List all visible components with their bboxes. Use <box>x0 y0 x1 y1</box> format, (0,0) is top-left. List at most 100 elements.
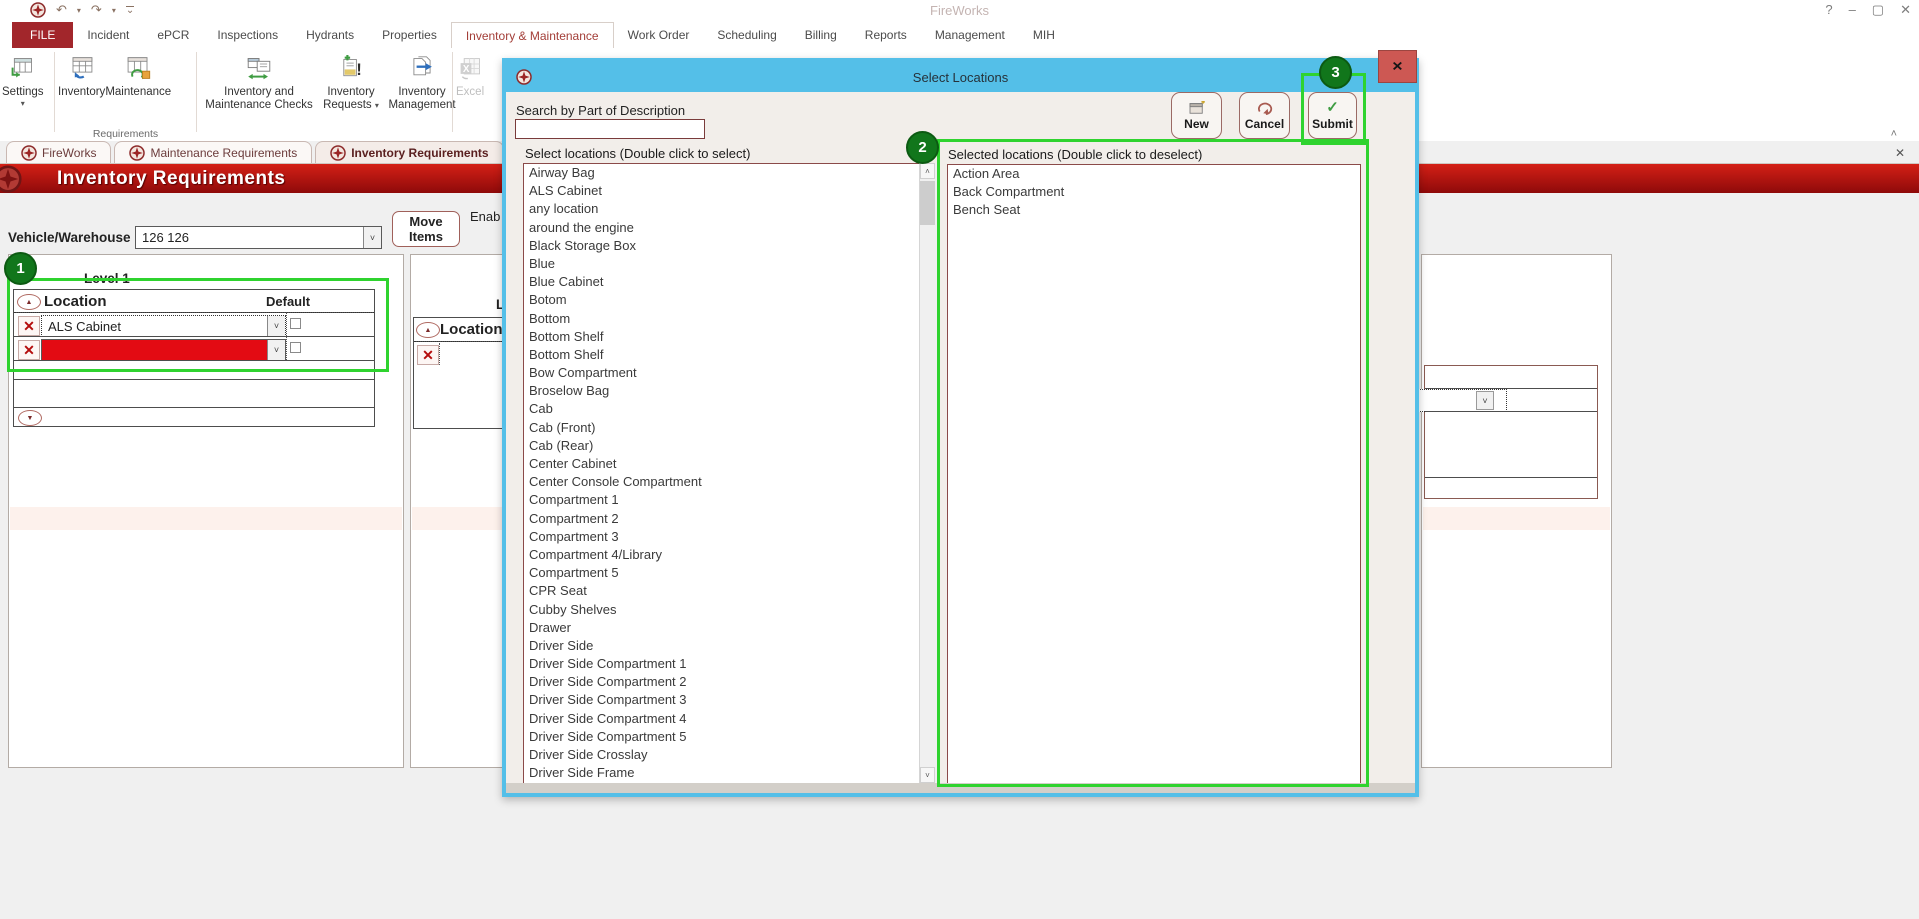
redo-icon[interactable]: ↷ <box>91 2 102 18</box>
location-option[interactable]: Driver Side <box>524 637 937 655</box>
dialog-emblem-icon <box>516 69 532 85</box>
location-option[interactable]: Driver Side Compartment 3 <box>524 691 937 709</box>
vehicle-warehouse-label: Vehicle/Warehouse <box>8 230 131 245</box>
ribbon-tab[interactable]: ePCR <box>143 22 203 48</box>
row-down-button[interactable]: ▼ <box>18 410 42 426</box>
settings-icon <box>9 55 36 82</box>
scroll-down-icon[interactable]: ˅ <box>920 767 935 783</box>
location-option[interactable]: Cab (Front) <box>524 419 937 437</box>
move-items-button[interactable]: Move Items <box>392 211 460 247</box>
location-option[interactable]: Compartment 4/Library <box>524 546 937 564</box>
annotation-box-selected-list <box>937 139 1369 787</box>
ribbon-tab[interactable]: Scheduling <box>703 22 790 48</box>
requests-icon: ! <box>337 55 365 82</box>
cancel-button[interactable]: Cancel <box>1239 92 1290 139</box>
document-tab[interactable]: Maintenance Requirements <box>114 141 312 163</box>
dialog-close-button[interactable]: ✕ <box>1378 50 1417 83</box>
location-option[interactable]: Bottom Shelf <box>524 346 937 364</box>
location-option[interactable]: around the engine <box>524 219 937 237</box>
location-option[interactable]: any location <box>524 200 937 218</box>
location-option[interactable]: Driver Side Frame <box>524 764 937 782</box>
close-window-button[interactable]: ✕ <box>1900 2 1911 18</box>
ribbon-tab[interactable]: Properties <box>368 22 451 48</box>
available-locations-list[interactable]: Airway BagALS Cabinetany locationaround … <box>523 163 938 785</box>
location-combobox[interactable]: ˅ <box>1413 389 1507 412</box>
help-button[interactable]: ? <box>1825 2 1832 18</box>
maintenance-requirements-button[interactable]: Maintenance <box>105 48 171 99</box>
location-option[interactable]: Driver Side Compartment 1 <box>524 655 937 673</box>
location-option[interactable]: Cubby Shelves <box>524 601 937 619</box>
location-option[interactable]: Botom <box>524 291 937 309</box>
vehicle-warehouse-select[interactable]: 126 126 ˅ <box>135 226 382 249</box>
location-option[interactable]: Driver Side Compartment 4 <box>524 710 937 728</box>
collapse-ribbon-icon[interactable]: ˄ <box>1891 128 1897 140</box>
restore-button[interactable]: ▢ <box>1872 2 1884 18</box>
location-option[interactable]: CPR Seat <box>524 582 937 600</box>
location-option[interactable]: Cab <box>524 400 937 418</box>
ribbon-tab-file[interactable]: FILE <box>12 22 73 48</box>
location-option[interactable]: Airway Bag <box>524 164 937 182</box>
search-input[interactable] <box>515 119 705 139</box>
banner-emblem-icon <box>0 165 22 193</box>
location-option[interactable]: Broselow Bag <box>524 382 937 400</box>
ribbon-tab[interactable]: Work Order <box>614 22 704 48</box>
scrollbar-thumb[interactable] <box>920 181 935 225</box>
document-tab[interactable]: FireWorks <box>6 141 111 163</box>
redo-dropdown-icon[interactable]: ▾ <box>112 6 116 15</box>
annotation-step-1: 1 <box>4 252 37 285</box>
location-option[interactable]: Cab (Rear) <box>524 437 937 455</box>
minimize-button[interactable]: – <box>1849 2 1856 18</box>
location-option[interactable]: Driver Side Compartment 5 <box>524 728 937 746</box>
location-option[interactable]: Blue Cabinet <box>524 273 937 291</box>
location-option[interactable]: Bottom Shelf <box>524 328 937 346</box>
app-title: FireWorks <box>0 3 1919 18</box>
ribbon-tab[interactable]: Incident <box>73 22 143 48</box>
undo-dropdown-icon[interactable]: ▾ <box>77 6 81 15</box>
vehicle-dropdown-icon[interactable]: ˅ <box>363 227 381 248</box>
location-option[interactable]: Driver Side Compartment 2 <box>524 673 937 691</box>
ribbon-tab[interactable]: Inspections <box>203 22 292 48</box>
location-option[interactable]: Bow Compartment <box>524 364 937 382</box>
ribbon-tab[interactable]: Hydrants <box>292 22 368 48</box>
ribbon-tab[interactable]: MIH <box>1019 22 1069 48</box>
location-option[interactable]: Compartment 1 <box>524 491 937 509</box>
scroll-up-icon[interactable]: ˄ <box>920 163 935 179</box>
location-option[interactable]: Center Console Compartment <box>524 473 937 491</box>
settings-button[interactable]: Settings ▾ <box>2 48 44 108</box>
annotation-step-2: 2 <box>906 131 939 164</box>
location-option[interactable]: Compartment 5 <box>524 564 937 582</box>
close-tab-icon[interactable]: ✕ <box>1895 146 1905 160</box>
available-list-scrollbar[interactable]: ˄ ˅ <box>919 163 937 783</box>
checks-icon <box>242 55 276 82</box>
new-button[interactable]: New <box>1171 92 1222 139</box>
cancel-undo-icon <box>1256 100 1274 115</box>
inventory-requirements-button[interactable]: Inventory <box>58 48 105 99</box>
location-option[interactable]: Driver Side Crosslay <box>524 746 937 764</box>
inventory-and-maintenance-checks-button[interactable]: Inventory andMaintenance Checks <box>200 48 318 112</box>
ribbon-tab[interactable]: Reports <box>851 22 921 48</box>
delete-row-button[interactable]: ✕ <box>417 345 439 365</box>
location-option[interactable]: Drawer <box>524 619 937 637</box>
ribbon-tab[interactable]: Management <box>921 22 1019 48</box>
location-option[interactable]: Compartment 2 <box>524 510 937 528</box>
quick-access-toolbar: ↶ ▾ ↷ ▾ ⌄ <box>30 2 134 18</box>
undo-icon[interactable]: ↶ <box>56 2 67 18</box>
ribbon-tab[interactable]: Billing <box>791 22 851 48</box>
inventory-management-button[interactable]: InventoryManagement <box>384 48 460 112</box>
inventory-requests-button[interactable]: ! Inventory Requests ▾ <box>318 48 384 112</box>
application-window: FireWorks ↶ ▾ ↷ ▾ ⌄ ? – ▢ ✕ Epr-TsWeb101… <box>0 0 1919 919</box>
row-up-button[interactable]: ▲ <box>416 322 440 338</box>
location-option[interactable]: Bottom <box>524 310 937 328</box>
location-dropdown-icon[interactable]: ˅ <box>1476 391 1494 410</box>
location-option[interactable]: Blue <box>524 255 937 273</box>
location-option[interactable]: Center Cabinet <box>524 455 937 473</box>
excel-export-button[interactable]: X Excel <box>456 48 484 99</box>
level1-pink-row <box>10 507 402 530</box>
document-tab-inventory-requirements[interactable]: Inventory Requirements <box>315 141 503 163</box>
location-option[interactable]: Black Storage Box <box>524 237 937 255</box>
ribbon-tab-inventory-maintenance[interactable]: Inventory & Maintenance <box>451 22 614 48</box>
location-option[interactable]: Compartment 3 <box>524 528 937 546</box>
location-option[interactable]: ALS Cabinet <box>524 182 937 200</box>
dialog-title-bar[interactable]: Select Locations <box>506 62 1415 92</box>
customize-toolbar-icon[interactable]: ⌄ <box>126 6 134 15</box>
